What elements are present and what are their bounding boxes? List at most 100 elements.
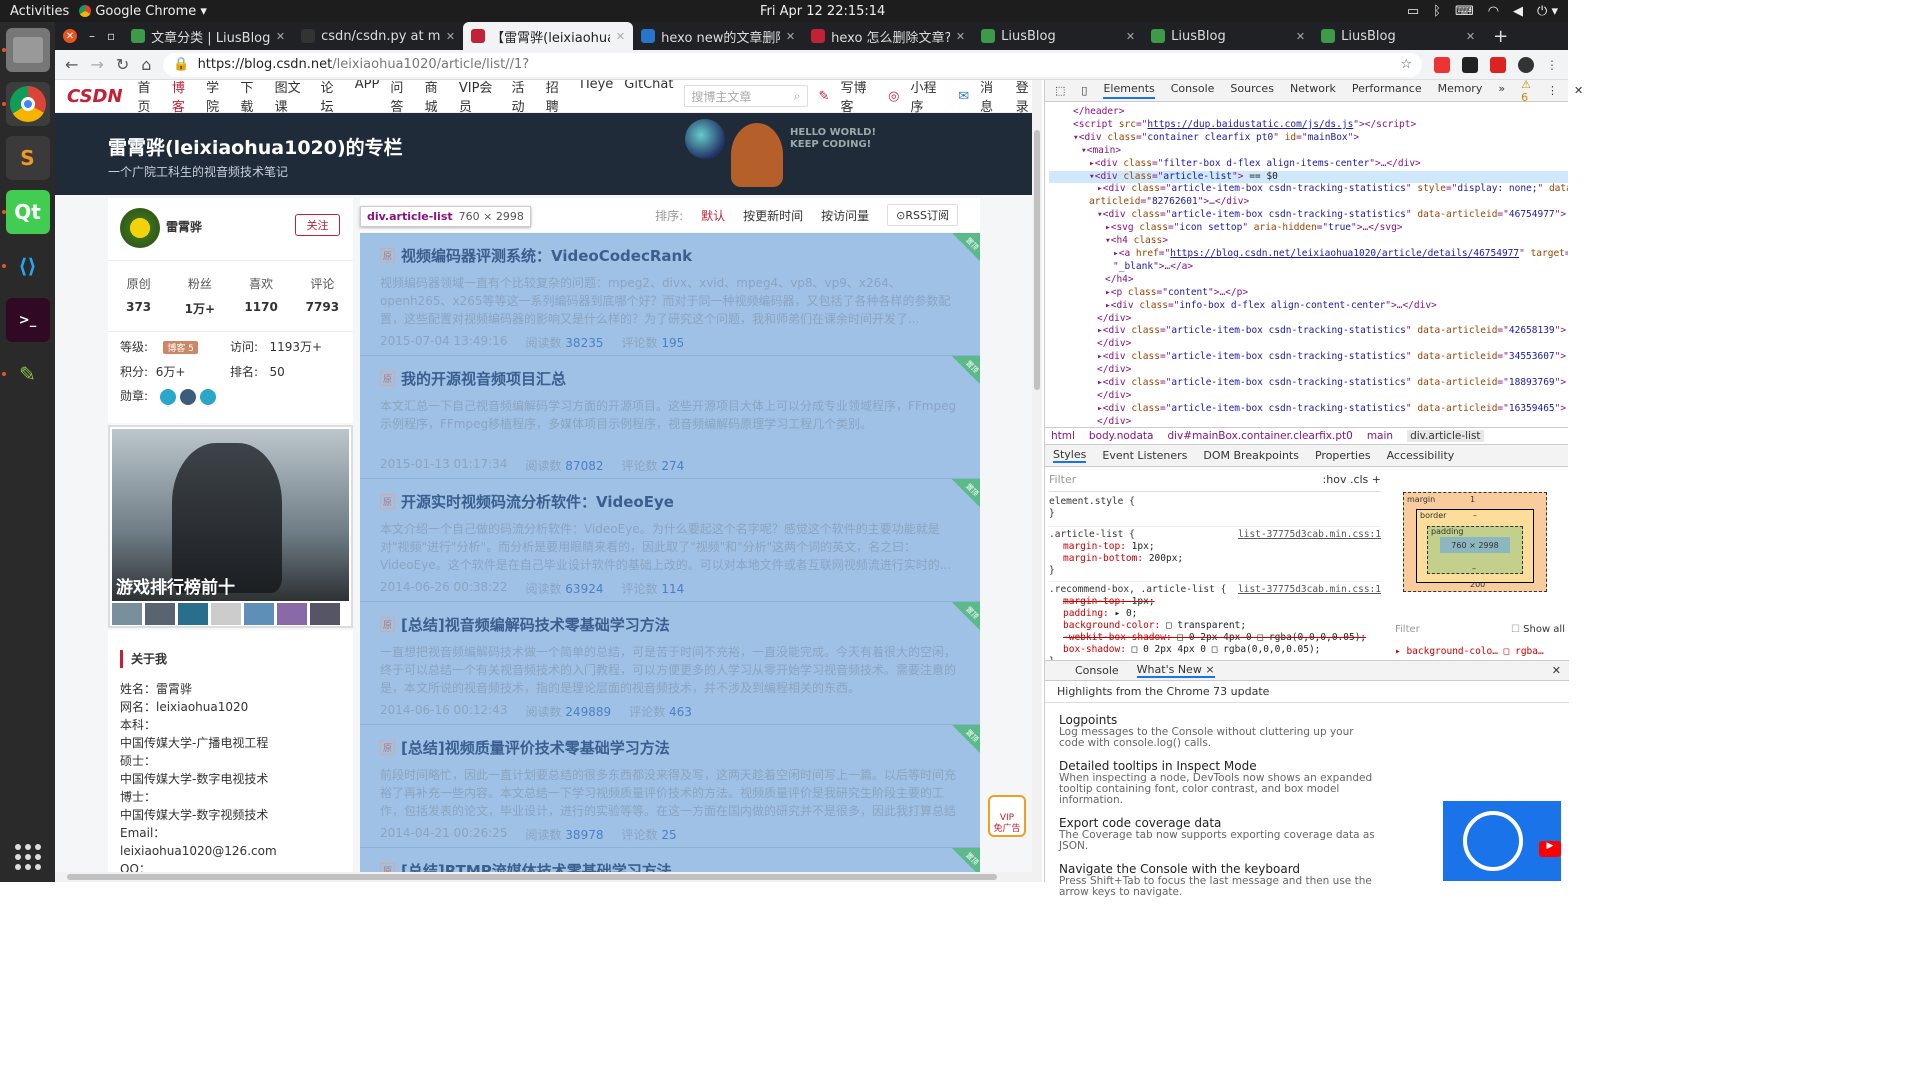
terminal-icon[interactable]: >_ — [5, 298, 50, 342]
omnibox[interactable]: 🔒 https://blog.csdn.net/leixiaohua1020/a… — [163, 52, 1422, 77]
devtools-tab[interactable]: Console — [1171, 82, 1215, 99]
ad-thumb[interactable] — [211, 603, 241, 625]
dom-node[interactable]: ▸<p class="content">…</p> — [1049, 287, 1568, 300]
chrome-73-illustration[interactable]: ▶ — [1443, 801, 1561, 881]
back-icon[interactable]: ← — [65, 55, 78, 74]
css-property[interactable]: margin-top: 1px; — [1049, 541, 1381, 553]
ad-thumb[interactable] — [277, 603, 307, 625]
devtools-tab[interactable]: Network — [1290, 82, 1336, 99]
close-tab-icon[interactable]: ✕ — [786, 30, 795, 43]
nav-link[interactable]: 活动 — [512, 80, 535, 115]
dom-node[interactable]: </header> — [1049, 106, 1568, 119]
lock-icon[interactable]: 🔒 — [173, 57, 189, 72]
minimize-window-icon[interactable]: – — [89, 29, 95, 43]
page-horizontal-scrollbar[interactable] — [55, 872, 1032, 882]
profile-name[interactable]: 雷霄骅 — [166, 218, 202, 235]
nav-link[interactable]: VIP会员 — [459, 80, 501, 115]
rule-source-link[interactable]: list-37775d3cab.min.css:1 — [1238, 529, 1381, 541]
play-icon[interactable]: ▶ — [1539, 841, 1561, 857]
close-window-icon[interactable]: ✕ — [63, 29, 77, 43]
article-title-text[interactable]: [总结]视频质量评价技术零基础学习方法 — [401, 737, 670, 758]
dom-node[interactable]: </div> — [1049, 338, 1568, 351]
nav-link[interactable]: 商城 — [425, 80, 448, 115]
search-icon[interactable]: ⌕ — [794, 89, 801, 104]
page-vertical-scrollbar[interactable] — [1032, 80, 1042, 882]
browser-tab[interactable]: csdn/csdn.py at mast ✕ — [293, 22, 463, 50]
follow-button[interactable]: 关注 — [295, 214, 340, 236]
article-title-text[interactable]: 我的开源视音频项目汇总 — [401, 368, 566, 389]
close-tab-icon[interactable]: ✕ — [616, 30, 625, 43]
browser-tab[interactable]: 【雷霄骅(leixiaohua1 ✕ — [463, 22, 634, 50]
close-tab-icon[interactable]: ✕ — [1466, 30, 1475, 43]
close-tab-icon[interactable]: ✕ — [1126, 30, 1135, 43]
article-summary[interactable]: 视频编码器领域一直有个比较复杂的问题：mpeg2、divx、xvid、mpeg4… — [380, 274, 958, 328]
css-property[interactable]: margin-top: 1px; — [1049, 596, 1381, 608]
nav-link[interactable]: ITeye — [580, 80, 613, 115]
files-icon[interactable] — [1, 28, 50, 72]
ad-thumb[interactable] — [145, 603, 175, 625]
margin-top-value[interactable]: 1 — [1470, 495, 1475, 504]
whats-new-item[interactable]: Detailed tooltips in Inspect Mode When in… — [1045, 759, 1390, 806]
dom-node[interactable]: </h4> — [1049, 274, 1568, 287]
whats-new-item[interactable]: Export code coverage data The Coverage ta… — [1045, 816, 1390, 852]
scroll-thumb[interactable] — [67, 874, 997, 880]
system-tray[interactable]: ▭ ᛒ ⌨ ◠ ◀ ⏻ ▾ — [1407, 4, 1558, 19]
device-toolbar-icon[interactable]: ▯ — [1081, 84, 1087, 97]
article-summary[interactable]: 前段时间略忙，因此一直计划要总结的很多东西都没来得及写，这两天趁着空闲时间写上一… — [380, 766, 958, 820]
border-value[interactable]: – — [1473, 511, 1477, 520]
article-title[interactable]: 原 [总结]视音频编解码技术零基础学习方法 — [380, 614, 958, 635]
activities-button[interactable]: Activities — [0, 4, 79, 19]
css-property[interactable]: background-color: □ transparent; — [1049, 620, 1381, 632]
dom-node[interactable]: </div> — [1049, 313, 1568, 326]
browser-tab[interactable]: hexo 怎么删除文章? ✕ — [803, 22, 973, 50]
breadcrumb[interactable]: main — [1367, 430, 1393, 442]
dom-node[interactable]: ▸<div class="article-item-box csdn-track… — [1049, 325, 1568, 338]
computed-property[interactable]: ▸ background-colo… □ rgba… — [1395, 646, 1544, 657]
close-drawer-icon[interactable]: ✕ — [1552, 664, 1561, 677]
ad-box[interactable]: 游戏排行榜前十 — [108, 425, 353, 628]
stat-item[interactable]: 原创 373 — [108, 275, 169, 317]
reload-icon[interactable]: ↻ — [116, 55, 129, 74]
ad-thumb[interactable] — [112, 603, 142, 625]
nav-link[interactable]: APP — [355, 80, 380, 115]
sort-default-option[interactable]: 默认 — [701, 207, 725, 224]
level-badge[interactable]: 博客 5 — [163, 341, 198, 354]
medal-icon[interactable] — [199, 388, 216, 405]
qt-icon[interactable]: Qt — [1, 190, 50, 234]
dom-node[interactable]: ▸<div class="article-item-box csdn-track… — [1049, 351, 1568, 364]
nav-link[interactable]: 首页 — [138, 80, 161, 115]
dom-node[interactable]: ▾<div class="article-list"> == $0 — [1049, 170, 1568, 184]
forward-icon[interactable]: → — [90, 55, 103, 74]
devtools-tab[interactable]: Sources — [1230, 82, 1274, 99]
tab-console[interactable]: Console — [1075, 664, 1119, 677]
browser-tab[interactable]: 文章分类 | LiusBlog ✕ — [123, 22, 293, 50]
close-tab-icon[interactable]: ✕ — [956, 30, 965, 43]
devtools-tab[interactable]: Elements — [1103, 82, 1155, 99]
styles-subtab[interactable]: DOM Breakpoints — [1203, 449, 1299, 462]
dom-node[interactable]: ▸<div class="filter-box d-flex align-ite… — [1049, 158, 1568, 171]
breadcrumb[interactable]: html — [1051, 430, 1075, 442]
browser-tab[interactable]: LiusBlog ✕ — [1313, 22, 1483, 50]
nav-link[interactable]: 问答 — [390, 80, 413, 115]
image-viewer-icon[interactable]: ✎ — [1, 352, 50, 396]
css-property[interactable]: margin-bottom: 200px; — [1049, 553, 1381, 565]
rule-source-link[interactable]: list-37775d3cab.min.css:1 — [1238, 584, 1381, 596]
bookmark-star-icon[interactable]: ☆ — [1400, 57, 1412, 72]
app-menu[interactable]: Google Chrome ▾ — [79, 4, 207, 19]
medal-icon[interactable] — [179, 388, 196, 405]
nav-link[interactable]: 论坛 — [320, 80, 343, 115]
tab-whats-new[interactable]: What's New × — [1136, 663, 1215, 678]
close-tab-icon[interactable]: ✕ — [446, 30, 455, 43]
css-property[interactable]: box-shadow: □ 0 2px 4px 0 □ rgba(0,0,0,0… — [1049, 644, 1381, 656]
breadcrumb[interactable]: div.article-list — [1407, 430, 1484, 442]
styles-subtab[interactable]: Event Listeners — [1102, 449, 1187, 462]
ad-thumb[interactable] — [310, 603, 340, 625]
close-devtools-icon[interactable]: ✕ — [1574, 84, 1583, 97]
article-title[interactable]: 原视频编码器评测系统：VideoCodecRank — [380, 245, 958, 266]
medal-icon[interactable] — [159, 388, 176, 405]
bluetooth-icon[interactable]: ᛒ — [1433, 4, 1441, 19]
computed-filter[interactable]: Filter ☐ Show all — [1395, 624, 1565, 635]
nav-link[interactable]: 图文课 — [275, 80, 310, 115]
dom-node[interactable]: "_blank">…</a> — [1049, 261, 1568, 274]
styles-subtab[interactable]: Properties — [1315, 449, 1371, 462]
